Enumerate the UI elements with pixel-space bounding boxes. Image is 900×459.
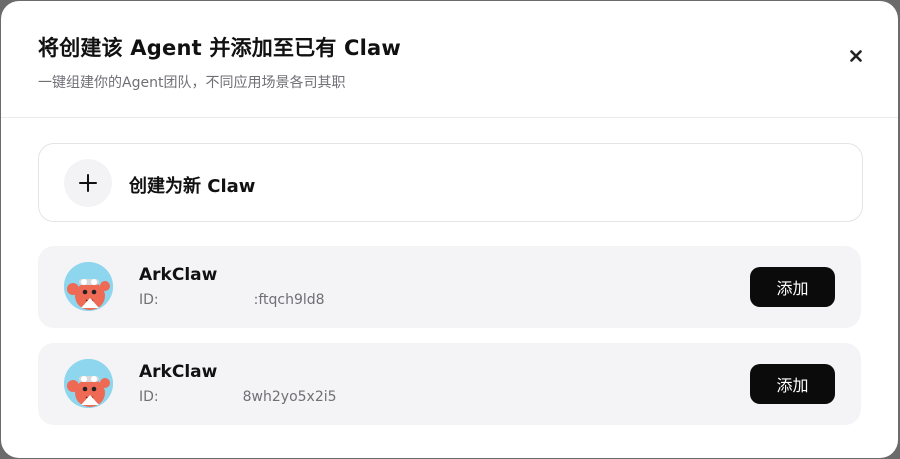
avatar	[64, 262, 113, 311]
claw-id-label: ID:	[139, 292, 159, 308]
dialog-subtitle: 一键组建你的Agent团队，不同应用场景各司其职	[38, 75, 346, 91]
close-icon	[850, 50, 862, 62]
claw-id-suffix: 8wh2yo5x2i5	[242, 389, 337, 405]
claw-id: ID: 8wh2yo5x2i5	[139, 389, 337, 405]
crab-mascot-icon	[64, 262, 113, 311]
claw-list-item: ArkClaw ID: 8wh2yo5x2i5 添加	[38, 343, 861, 425]
dialog-header: 将创建该 Agent 并添加至已有 Claw 一键组建你的Agent团队，不同应…	[1, 1, 898, 118]
create-new-claw-button[interactable]: 创建为新 Claw	[38, 143, 863, 222]
dialog-title: 将创建该 Agent 并添加至已有 Claw	[38, 36, 402, 60]
plus-icon	[64, 159, 112, 207]
add-button[interactable]: 添加	[750, 364, 835, 404]
avatar	[64, 359, 113, 408]
dialog: 将创建该 Agent 并添加至已有 Claw 一键组建你的Agent团队，不同应…	[1, 1, 898, 458]
claw-id-label: ID:	[139, 389, 159, 405]
claw-name: ArkClaw	[139, 265, 218, 285]
claw-name: ArkClaw	[139, 362, 218, 382]
claw-list-item: ArkClaw ID: :ftqch9ld8 添加	[38, 246, 861, 328]
claw-id: ID: :ftqch9ld8	[139, 292, 325, 308]
claw-id-suffix: :ftqch9ld8	[253, 292, 325, 308]
crab-mascot-icon	[64, 359, 113, 408]
add-button[interactable]: 添加	[750, 267, 835, 307]
close-button[interactable]	[843, 43, 869, 69]
create-new-claw-label: 创建为新 Claw	[129, 176, 256, 197]
